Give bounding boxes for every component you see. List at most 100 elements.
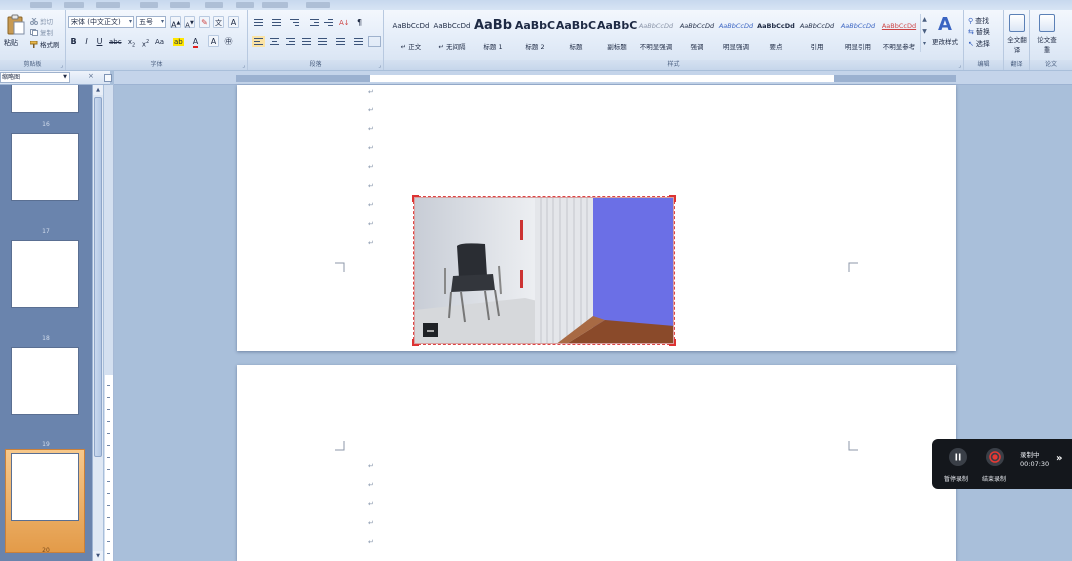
horizontal-ruler[interactable] xyxy=(236,75,956,82)
tab-selector[interactable] xyxy=(104,74,112,82)
tab-extra[interactable] xyxy=(306,2,330,8)
page-bottom[interactable] xyxy=(237,365,956,561)
style-item[interactable]: AaBb 标题 1 xyxy=(473,14,513,52)
style-item[interactable]: AaBbC 副标题 xyxy=(597,14,637,52)
thumbnail-page-17[interactable] xyxy=(11,133,79,201)
clear-format-icon[interactable]: ✎ xyxy=(199,16,210,28)
decrease-indent-icon[interactable] xyxy=(308,17,321,28)
nav-view-select[interactable]: 缩略图 ▼ xyxy=(0,72,70,83)
style-item[interactable]: AaBbCcDd ↵ 正文 xyxy=(391,14,431,52)
style-item[interactable]: AaBbC 标题 xyxy=(555,14,597,52)
style-item[interactable]: AaBbC 标题 2 xyxy=(514,14,556,52)
thumbnail-page-19[interactable] xyxy=(11,347,79,415)
paste-button-label[interactable]: 粘贴 xyxy=(4,38,18,48)
style-item[interactable]: AaBbCcDd 引用 xyxy=(796,14,838,52)
stop-recording-button[interactable] xyxy=(986,448,1004,466)
align-right-icon[interactable] xyxy=(284,36,297,47)
paste-icon[interactable] xyxy=(6,14,26,36)
font-size-select[interactable]: 五号 ▾ xyxy=(136,16,166,28)
styles-launcher-icon[interactable]: ⌟ xyxy=(958,62,961,69)
replace-button[interactable]: ⇆ 替换 xyxy=(968,27,990,37)
tab-review[interactable] xyxy=(205,2,223,8)
thumbnail-page-20[interactable] xyxy=(11,453,79,521)
char-border-icon[interactable]: A xyxy=(228,16,239,28)
translate-button[interactable]: 全文翻译 xyxy=(1006,14,1028,54)
resize-handle[interactable] xyxy=(412,339,419,346)
gallery-more-icon[interactable]: ▾ xyxy=(921,38,928,50)
strikethrough-button[interactable]: abc xyxy=(108,35,123,47)
multilevel-list-icon[interactable] xyxy=(288,17,301,28)
copy-button[interactable]: 复制 xyxy=(30,27,53,37)
italic-button[interactable]: I xyxy=(81,35,92,47)
styles-gallery-scroll[interactable]: ▲ ▼ ▾ xyxy=(920,14,928,52)
chevron-up-icon[interactable]: ▲ xyxy=(921,14,928,26)
grow-font-button[interactable]: A▲ xyxy=(170,16,182,30)
style-item[interactable]: AaBbCcDd 不明显强调 xyxy=(636,14,676,52)
increase-indent-icon[interactable] xyxy=(322,17,335,28)
find-button[interactable]: ⚲ 查找 xyxy=(968,16,989,26)
numbering-icon[interactable] xyxy=(270,17,283,28)
tab-insert[interactable] xyxy=(64,2,84,8)
collapse-recorder-icon[interactable]: » xyxy=(1056,453,1062,464)
ruler-tick xyxy=(107,457,110,458)
highlight-color-button[interactable]: ab xyxy=(172,35,185,47)
thumbnail-page-18[interactable] xyxy=(11,240,79,308)
style-item[interactable]: AaBbCcDd 要点 xyxy=(756,14,796,52)
change-styles-button[interactable]: A 更改样式 xyxy=(928,14,962,46)
style-item[interactable]: AaBbCcDd 明显强调 xyxy=(716,14,756,52)
align-center-icon[interactable] xyxy=(268,36,281,47)
tab-addins[interactable] xyxy=(262,2,288,8)
phonetic-guide-icon[interactable]: 文 xyxy=(213,16,224,28)
char-shading-icon[interactable]: A xyxy=(208,35,219,47)
paper-check-button[interactable]: 论文查重 xyxy=(1036,14,1058,54)
shrink-font-button[interactable]: A▼ xyxy=(184,16,195,30)
font-family-select[interactable]: 宋体 (中文正文) ▾ xyxy=(68,16,134,28)
style-item[interactable]: AaBbCcDd 不明显参考 xyxy=(878,14,920,52)
pause-recording-button[interactable] xyxy=(949,448,967,466)
format-painter-button[interactable]: 格式刷 xyxy=(30,39,60,49)
bullets-icon[interactable] xyxy=(252,17,265,28)
underline-button[interactable]: U xyxy=(94,35,105,47)
line-spacing-icon[interactable] xyxy=(334,36,347,47)
ruler-tick xyxy=(107,421,110,422)
font-launcher-icon[interactable]: ⌟ xyxy=(242,62,245,69)
distributed-icon[interactable] xyxy=(316,36,329,47)
scroll-down-icon[interactable]: ▼ xyxy=(93,551,103,561)
tab-view[interactable] xyxy=(236,2,254,8)
style-item[interactable]: AaBbCcDd 强调 xyxy=(677,14,717,52)
thumbnail-scrollbar[interactable]: ▲ ▼ xyxy=(92,85,103,561)
shading-icon[interactable] xyxy=(352,36,365,47)
resize-handle[interactable] xyxy=(669,339,676,346)
bold-button[interactable]: B xyxy=(68,35,79,47)
replace-icon: ⇆ xyxy=(968,28,974,36)
show-marks-icon[interactable]: ¶ xyxy=(354,16,365,28)
resize-handle[interactable] xyxy=(412,195,419,202)
tab-mailings[interactable] xyxy=(170,2,190,8)
scroll-thumb[interactable] xyxy=(94,97,102,457)
cut-button[interactable]: 剪切 xyxy=(30,16,53,26)
inserted-photo[interactable] xyxy=(414,197,674,344)
change-case-button[interactable]: Aa xyxy=(154,35,165,47)
superscript-button[interactable]: x2 xyxy=(140,35,151,48)
enclose-char-icon[interactable]: ㊥ xyxy=(223,35,234,47)
thumbnail-page-16[interactable] xyxy=(11,85,79,113)
chevron-down-icon[interactable]: ▼ xyxy=(921,26,928,38)
sort-icon[interactable]: A↓ xyxy=(338,16,351,28)
style-item[interactable]: AaBbCcDd ↵ 无间隔 xyxy=(431,14,473,52)
subscript-button[interactable]: x2 xyxy=(126,35,137,48)
paragraph-launcher-icon[interactable]: ⌟ xyxy=(378,62,381,69)
nav-close-icon[interactable]: × xyxy=(88,72,94,80)
align-left-icon[interactable] xyxy=(252,36,265,47)
tab-layout[interactable] xyxy=(96,2,120,8)
tab-references[interactable] xyxy=(140,2,158,8)
scroll-up-icon[interactable]: ▲ xyxy=(93,85,103,95)
style-item[interactable]: AaBbCcDd 明显引用 xyxy=(838,14,878,52)
nav-pane-header: 缩略图 ▼ × xyxy=(0,71,110,85)
clipboard-launcher-icon[interactable]: ⌟ xyxy=(60,62,63,69)
select-button[interactable]: ↖ 选择 xyxy=(968,39,990,49)
borders-icon[interactable] xyxy=(368,36,381,47)
font-color-button[interactable]: A xyxy=(190,35,201,48)
tab-home[interactable] xyxy=(30,2,52,8)
resize-handle[interactable] xyxy=(669,195,676,202)
justify-icon[interactable] xyxy=(300,36,313,47)
